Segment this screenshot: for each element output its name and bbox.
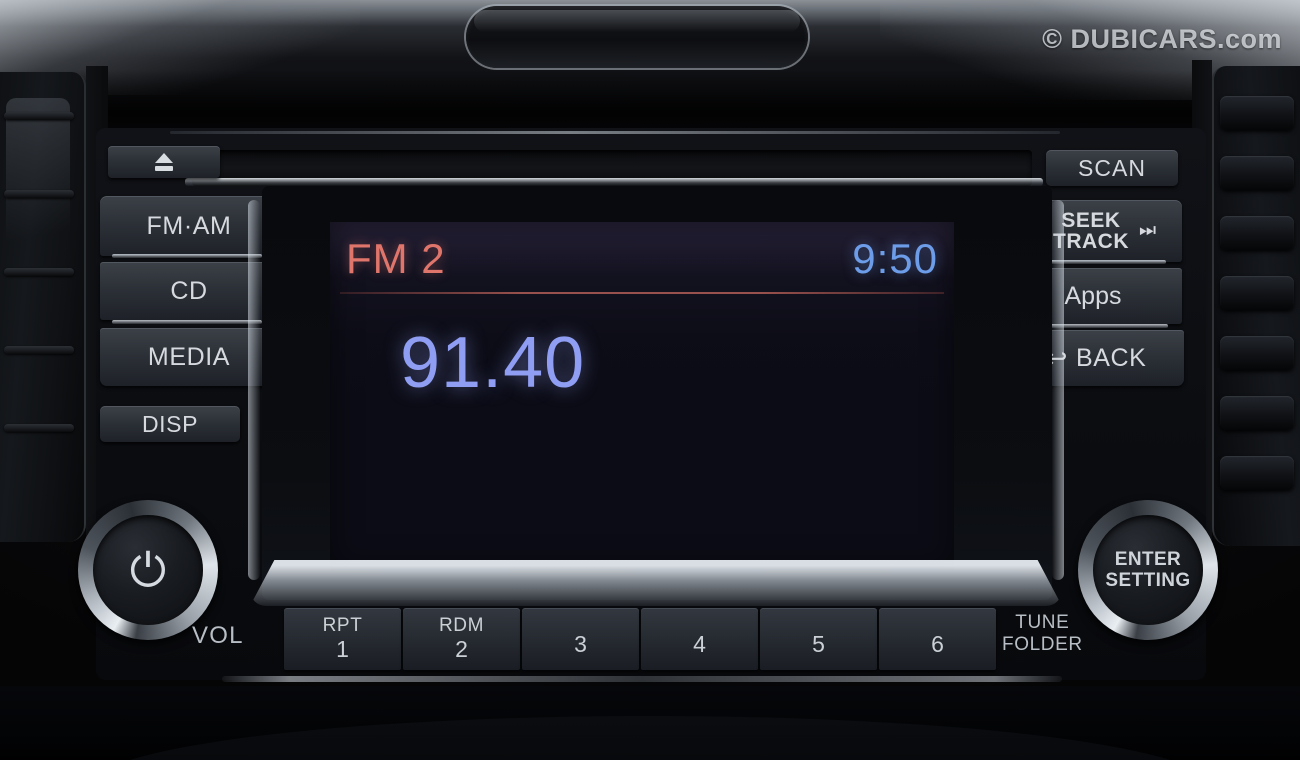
next-track-icon[interactable]: ⏭ — [1139, 220, 1156, 242]
preset-5-number: 5 — [812, 630, 825, 657]
cd-slot-top-trim — [170, 131, 1060, 134]
eject-button[interactable] — [108, 146, 220, 178]
display-status-bar: FM 2 9:50 — [330, 228, 954, 290]
enter-label: ENTER — [1114, 548, 1182, 570]
preset-4-number: 4 — [693, 630, 706, 657]
preset-2-function: RDM — [438, 614, 485, 636]
button-separator — [112, 254, 262, 258]
vent-blade — [1220, 96, 1294, 130]
vent-blade — [1220, 336, 1294, 370]
seek-label: SEEK — [1061, 209, 1121, 232]
frequency-display: 91.40 — [400, 323, 586, 403]
fm-am-label: FM·AM — [146, 211, 232, 240]
clock-display: 9:50 — [852, 235, 938, 282]
tune-label: TUNE — [1015, 612, 1070, 633]
preset-button-4[interactable]: 4 — [641, 608, 758, 670]
vent-blade — [1220, 396, 1294, 430]
bottom-chrome-trim — [222, 676, 1062, 682]
preset-1-function: RPT — [322, 614, 363, 636]
disp-label: DISP — [141, 410, 199, 437]
track-label: TRACK — [1053, 230, 1129, 253]
vent-blade — [1220, 216, 1294, 250]
preset-6-number: 6 — [931, 630, 944, 657]
screen-chrome-right — [1052, 200, 1064, 580]
vent-blade — [4, 112, 74, 120]
preset-button-2[interactable]: RDM 2 — [403, 608, 520, 670]
display-divider — [340, 292, 944, 294]
vent-blade — [4, 424, 74, 432]
vent-blade — [4, 346, 74, 354]
enter-setting-knob[interactable]: ENTER SETTING — [1093, 515, 1203, 625]
preset-button-3[interactable]: 3 — [522, 608, 639, 670]
air-vent-right — [1212, 66, 1300, 546]
preset-button-1[interactable]: RPT 1 — [284, 608, 401, 670]
disp-button[interactable]: DISP — [100, 406, 240, 442]
band-indicator: FM 2 — [346, 235, 446, 282]
power-icon: ⏻ — [129, 544, 167, 596]
screen-chrome-bottom — [250, 560, 1062, 606]
radio-display-screen[interactable]: FM 2 9:50 91.40 — [330, 222, 954, 570]
folder-label: FOLDER — [1002, 634, 1083, 656]
dubicars-watermark: © DUBICARS.com — [1042, 24, 1282, 54]
air-vent-left-gloss — [6, 98, 70, 498]
vol-label: VOL — [192, 622, 244, 649]
scan-label: SCAN — [1078, 154, 1146, 181]
preset-2-number: 2 — [455, 635, 468, 662]
cd-slot-chrome-trim — [185, 178, 1043, 186]
vent-blade — [1220, 156, 1294, 190]
preset-button-row: RPT 1 RDM 2 3 4 5 6 — [284, 608, 996, 670]
vent-blade — [1220, 456, 1294, 490]
tune-folder-label: TUNE FOLDER — [1002, 612, 1083, 657]
scan-button[interactable]: SCAN — [1046, 150, 1178, 186]
vent-blade — [1220, 276, 1294, 310]
eject-icon — [155, 153, 173, 171]
power-volume-knob[interactable]: ⏻ — [93, 515, 203, 625]
vent-blade — [4, 268, 74, 276]
preset-button-6[interactable]: 6 — [879, 608, 996, 670]
preset-3-number: 3 — [574, 630, 587, 657]
air-vent-left — [0, 72, 86, 542]
media-label: MEDIA — [147, 342, 231, 371]
apps-label: Apps — [1064, 281, 1122, 310]
screen-chrome-left — [248, 200, 260, 580]
back-label: BACK — [1075, 343, 1147, 372]
setting-label: SETTING — [1105, 570, 1191, 591]
cd-label: CD — [170, 276, 208, 305]
dash-cubby-recess — [466, 6, 808, 68]
vent-blade — [4, 190, 74, 198]
preset-button-5[interactable]: 5 — [760, 608, 877, 670]
button-separator — [112, 320, 262, 324]
head-unit-screenshot: © DUBICARS.com FM·AM CD MEDIA DISP SCAN … — [0, 0, 1300, 760]
preset-1-number: 1 — [336, 635, 349, 662]
